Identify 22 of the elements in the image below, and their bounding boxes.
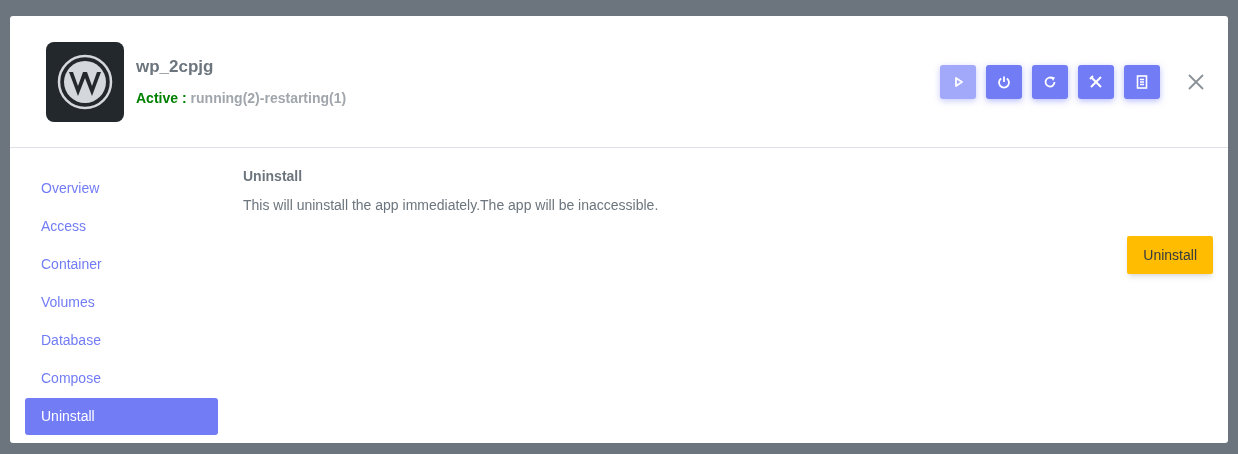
close-icon [1188,73,1204,90]
tools-button[interactable] [1078,64,1114,99]
sidebar-item[interactable]: Database [25,322,218,359]
description-text: This will uninstall the app immediately.The app will be inaccessible. [243,196,660,215]
sidebar-item[interactable]: Container [25,246,218,283]
status-label: Active : [136,88,187,108]
document-button[interactable] [1124,64,1160,99]
document-icon [1134,73,1150,90]
sidebar-item[interactable]: Access [25,208,218,245]
logo-icon [57,53,113,110]
power-button[interactable] [986,64,1022,99]
section-heading: Uninstall [243,167,304,186]
app-name: wp_2cpjg [136,56,215,79]
sidebar-item[interactable]: Uninstall [25,398,218,435]
uninstall-button[interactable]: Uninstall [1127,236,1213,274]
sidebar-item[interactable]: Volumes [25,284,218,321]
tools-icon [1088,73,1104,90]
sidebar-item[interactable]: Compose [25,360,218,397]
close-button[interactable] [1186,71,1206,92]
sidebar-item[interactable]: Overview [25,170,218,207]
status-text: running(2)-restarting(1) [190,88,347,108]
restart-button[interactable] [1032,64,1068,99]
